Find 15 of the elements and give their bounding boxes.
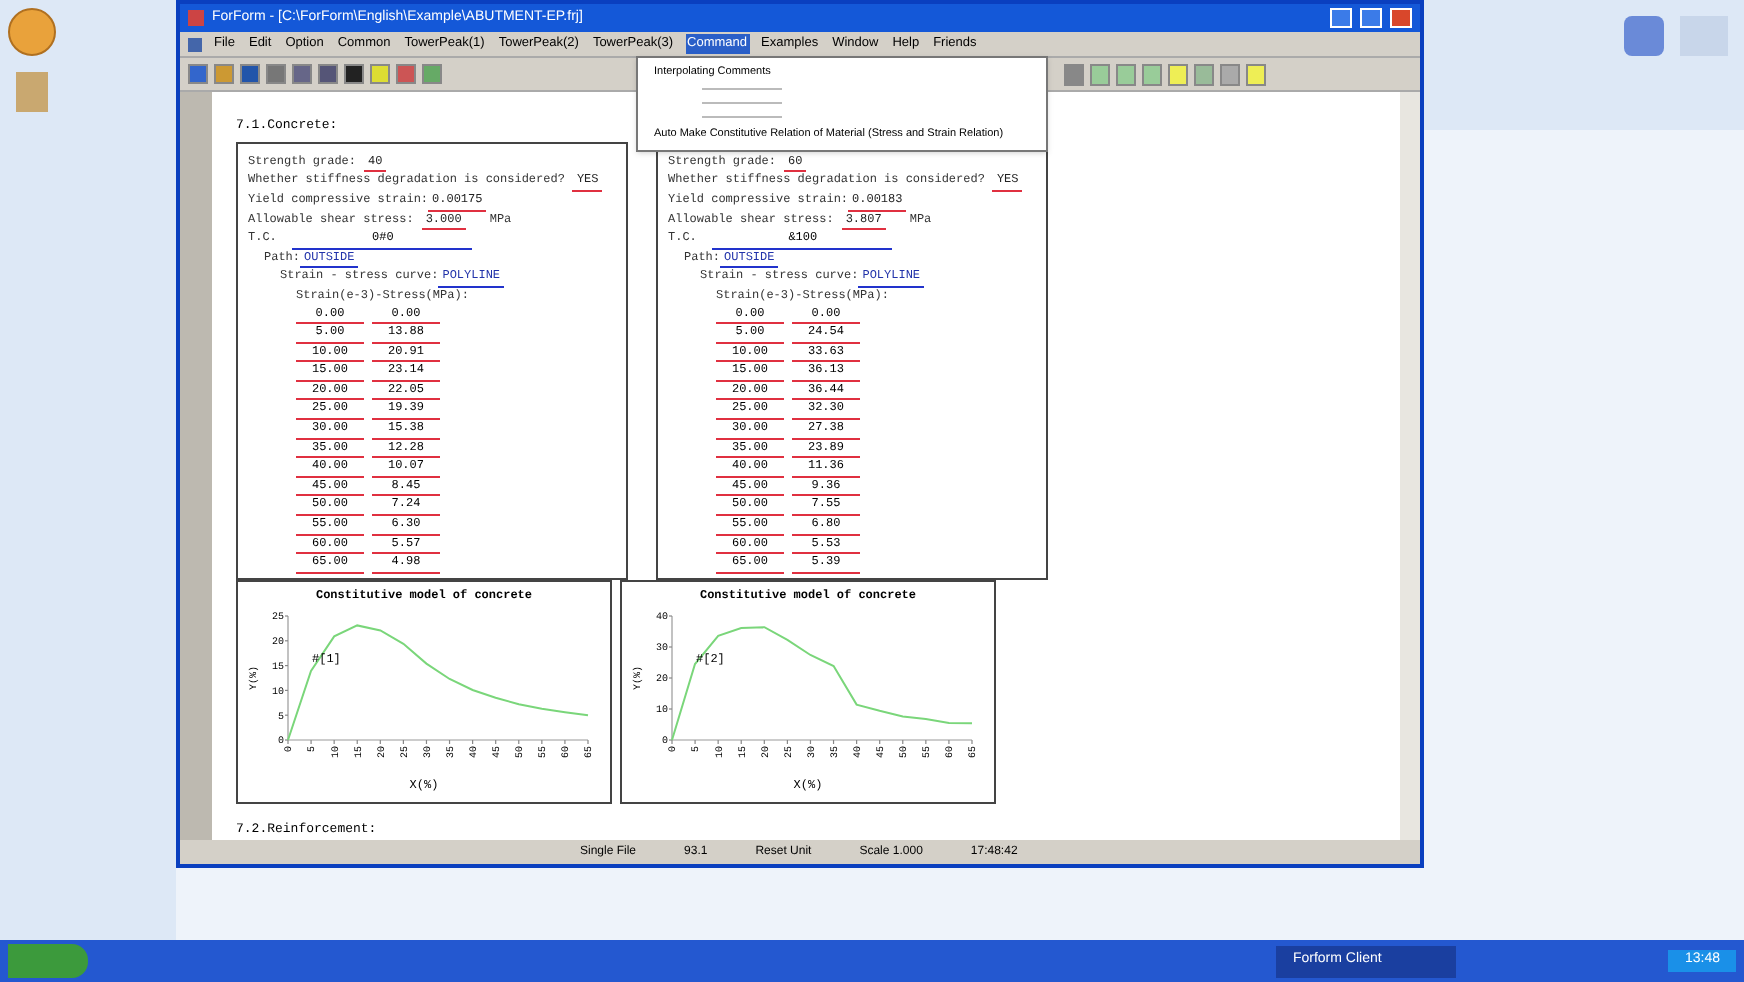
minimize-button[interactable] [1330, 8, 1352, 28]
toolbar-button[interactable] [1064, 63, 1084, 85]
toolbar-button[interactable] [1116, 63, 1136, 85]
toolbar-button[interactable] [1246, 63, 1266, 85]
maximize-button[interactable] [1360, 8, 1382, 28]
toolbar-button[interactable] [1194, 63, 1214, 85]
scrollbar[interactable] [1400, 92, 1420, 840]
toolbar-button[interactable] [1142, 63, 1162, 85]
toolbar-button[interactable] [1220, 63, 1240, 85]
toolbar-button[interactable] [1090, 63, 1110, 85]
y-axis [668, 615, 673, 741]
toolbar-button[interactable] [1168, 63, 1188, 85]
start-button[interactable] [8, 944, 88, 978]
y-axis [284, 615, 289, 741]
close-button[interactable] [1390, 8, 1412, 28]
